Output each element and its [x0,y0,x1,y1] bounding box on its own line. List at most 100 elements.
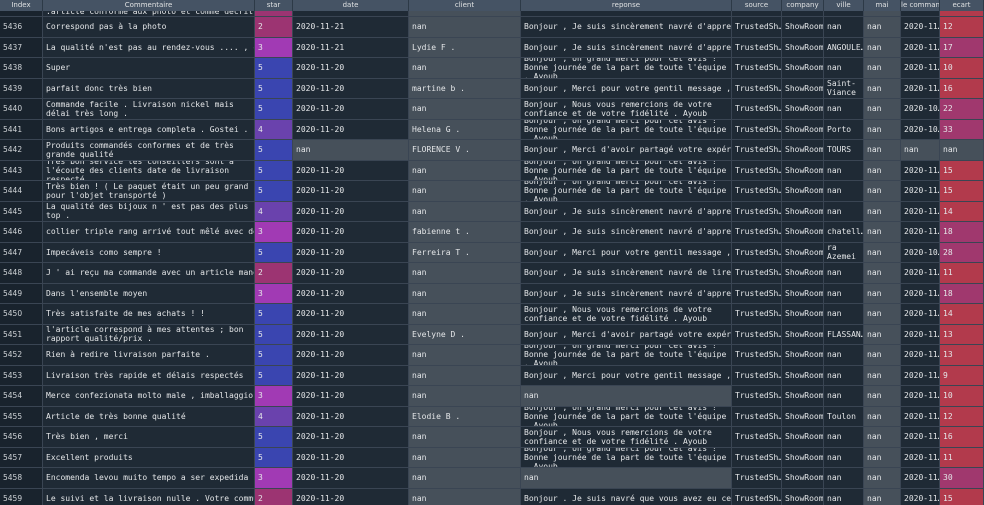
cell-index[interactable]: 5446 [0,222,43,242]
cell-reponse[interactable]: Bonjour , Un grand merci pour cet avis !… [521,181,732,201]
cell-cmd[interactable]: 2020-11… [901,78,940,98]
cell-cmd[interactable]: 2020-11… [901,304,940,324]
cell-commentaire[interactable]: Excellent produits [43,447,255,467]
cell-mai[interactable]: nan [864,99,901,119]
cell-ville[interactable]: nan [824,58,864,78]
cell-star[interactable]: 5 [255,324,293,344]
column-header-company[interactable]: company [782,0,824,11]
cell-reponse[interactable]: Bonjour , Je suis sincèrement navré d'ap… [521,17,732,37]
column-header-ville[interactable]: ville [824,0,864,11]
cell-ville[interactable]: ANGOULE… [824,37,864,57]
cell-source[interactable]: TrustedSh… [732,58,782,78]
cell-company[interactable]: ShowRoom [782,78,824,98]
cell-reponse[interactable] [521,11,732,16]
cell-reponse[interactable]: Bonjour , Un grand merci pour cet avis !… [521,406,732,426]
cell-commentaire[interactable]: Le suivi et la livraison nulle . Votre c… [43,488,255,505]
cell-mai[interactable] [864,11,901,16]
cell-cmd[interactable]: 2020-11… [901,406,940,426]
cell-commentaire[interactable]: Article de très bonne qualité [43,406,255,426]
cell-ville[interactable]: TOURS [824,140,864,160]
cell-star[interactable]: 5 [255,99,293,119]
cell-mai[interactable]: nan [864,37,901,57]
cell-mai[interactable]: nan [864,222,901,242]
cell-source[interactable]: TrustedSh… [732,222,782,242]
cell-reponse[interactable]: Bonjour , Un grand merci pour cet avis !… [521,58,732,78]
cell-date[interactable]: 2020-11-21 [293,37,409,57]
cell-client[interactable]: Elodie B . [409,406,521,426]
cell-ville[interactable]: FLASSAN… [824,324,864,344]
cell-source[interactable]: TrustedSh… [732,119,782,139]
table-row[interactable]: 5453 Livraison très rapide et délais resp… [0,365,984,386]
cell-company[interactable]: ShowRoom [782,140,824,160]
cell-ecart[interactable]: 13 [940,324,984,344]
cell-client[interactable]: nan [409,181,521,201]
cell-company[interactable]: ShowRoom [782,263,824,283]
cell-client[interactable]: Ferreira T . [409,242,521,262]
cell-date[interactable]: 2020-11-20 [293,304,409,324]
cell-commentaire[interactable]: Commande facile . Livraison nickel mais … [43,99,255,119]
cell-client[interactable]: nan [409,160,521,180]
cell-ville[interactable]: nan [824,160,864,180]
cell-company[interactable]: ShowRoom [782,242,824,262]
table-row[interactable]: 5456 Très bien , merci 5 2020-11-20 nan Bonjo… [0,427,984,448]
cell-mai[interactable]: nan [864,365,901,385]
cell-cmd[interactable]: nan [901,140,940,160]
cell-ecart[interactable]: 12 [940,406,984,426]
cell-client[interactable]: nan [409,304,521,324]
cell-index[interactable]: 5437 [0,37,43,57]
cell-cmd[interactable]: 2020-11… [901,160,940,180]
cell-ecart[interactable]: 33 [940,119,984,139]
cell-company[interactable]: ShowRoom [782,324,824,344]
cell-index[interactable]: 5454 [0,386,43,406]
cell-ville[interactable]: nan [824,447,864,467]
cell-source[interactable]: TrustedSh… [732,37,782,57]
cell-reponse[interactable]: Bonjour , Nous vous remercions de votre … [521,304,732,324]
cell-source[interactable]: TrustedSh… [732,99,782,119]
cell-company[interactable]: ShowRoom [782,304,824,324]
cell-star[interactable]: 4 [255,201,293,221]
cell-reponse[interactable]: Bonjour , Je suis sincèrement navré d'ap… [521,37,732,57]
cell-commentaire[interactable]: parfait donc très bien [43,78,255,98]
cell-company[interactable]: ShowRoom [782,427,824,447]
table-row[interactable]: 5443 Très bon service les conseillers son… [0,160,984,181]
cell-index[interactable]: 5439 [0,78,43,98]
cell-mai[interactable]: nan [864,488,901,505]
cell-client[interactable]: martine b . [409,78,521,98]
cell-date[interactable]: 2020-11-20 [293,222,409,242]
cell-ecart[interactable]: 13 [940,345,984,365]
cell-company[interactable]: ShowRoom [782,222,824,242]
cell-source[interactable]: TrustedSh… [732,242,782,262]
cell-commentaire[interactable]: Rien à redire livraison parfaite . [43,345,255,365]
cell-index[interactable]: 5449 [0,283,43,303]
cell-date[interactable]: 2020-11-20 [293,78,409,98]
cell-source[interactable]: TrustedSh… [732,345,782,365]
table-row[interactable]: 5450 Très satisfaite de mes achats ! ! 5 20… [0,304,984,325]
cell-client[interactable]: nan [409,263,521,283]
cell-mai[interactable]: nan [864,283,901,303]
cell-reponse[interactable]: Bonjour , Merci pour votre gentil messag… [521,365,732,385]
cell-star[interactable] [255,11,293,16]
cell-cmd[interactable]: 2020-11… [901,386,940,406]
cell-cmd[interactable]: 2020-11… [901,427,940,447]
cell-commentaire[interactable]: .article conforme aux photo et comme déc… [43,11,255,16]
cell-index[interactable]: 5442 [0,140,43,160]
cell-source[interactable]: TrustedSh… [732,386,782,406]
cell-ecart[interactable]: 17 [940,37,984,57]
cell-ville[interactable]: chatell… [824,222,864,242]
cell-ecart[interactable]: 18 [940,283,984,303]
cell-date[interactable]: 2020-11-20 [293,201,409,221]
cell-cmd[interactable]: 2020-11… [901,468,940,488]
cell-company[interactable]: ShowRoom [782,365,824,385]
cell-company[interactable]: ShowRoom [782,201,824,221]
cell-cmd[interactable]: 2020-11… [901,58,940,78]
cell-ville[interactable]: Toulon [824,406,864,426]
cell-company[interactable]: ShowRoom [782,386,824,406]
cell-client[interactable]: nan [409,427,521,447]
table-row[interactable]: 5454 Merce confezionata molto male , imba… [0,386,984,407]
cell-ville[interactable]: nan [824,365,864,385]
cell-reponse[interactable]: Bonjour , Je suis sincèrement navré d'ap… [521,283,732,303]
cell-mai[interactable]: nan [864,263,901,283]
cell-index[interactable]: 5453 [0,365,43,385]
table-row[interactable]: 5439 parfait donc très bien 5 2020-11-20 mar… [0,78,984,99]
cell-ville[interactable]: nan [824,283,864,303]
